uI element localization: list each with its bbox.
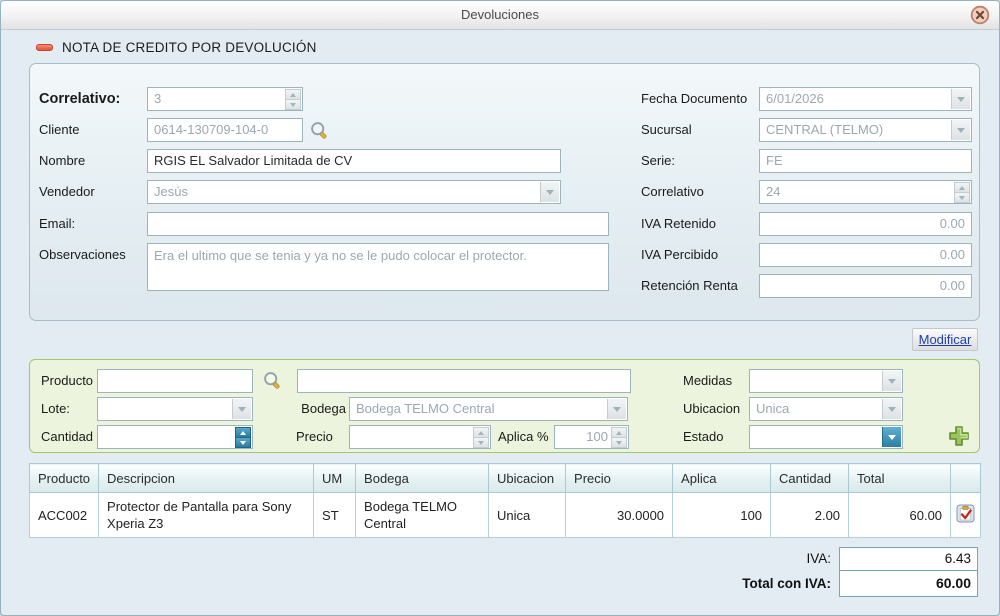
spinner-arrows-icon — [611, 427, 627, 447]
lote-dropdown[interactable] — [97, 397, 253, 421]
spinner-arrows-icon — [235, 427, 251, 447]
producto-input[interactable] — [97, 369, 253, 393]
chevron-down-icon — [882, 371, 901, 391]
medidas-label: Medidas — [683, 369, 732, 393]
lote-label: Lote: — [41, 397, 70, 421]
table-header-row: Producto Descripcion UM Bodega Ubicacion… — [30, 464, 981, 493]
column-header-precio[interactable]: Precio — [566, 464, 673, 493]
precio-spinner[interactable] — [349, 425, 491, 449]
add-item-button[interactable] — [947, 424, 971, 453]
clipboard-check-icon — [956, 504, 975, 523]
vendedor-dropdown[interactable]: Jesús — [147, 180, 561, 204]
column-header-total[interactable]: Total — [849, 464, 951, 493]
correlativo2-spinner[interactable]: 24 — [759, 180, 972, 204]
ubicacion-dropdown[interactable]: Unica — [749, 397, 903, 421]
devoluciones-dialog: Devoluciones NOTA DE CREDITO POR DEVOLUC… — [0, 0, 1000, 616]
aplica-label: Aplica % — [498, 425, 549, 449]
sucursal-label: Sucursal — [641, 118, 692, 142]
column-header-aplica[interactable]: Aplica — [673, 464, 771, 493]
cell-um: ST — [314, 493, 356, 538]
cell-descripcion: Protector de Pantalla para Sony Xperia Z… — [99, 493, 314, 538]
table-row[interactable]: ACC002 Protector de Pantalla para Sony X… — [30, 493, 981, 538]
chevron-down-icon — [882, 427, 901, 447]
cliente-label: Cliente — [39, 118, 79, 142]
cell-ubicacion: Unica — [489, 493, 566, 538]
cantidad-spinner[interactable] — [97, 425, 253, 449]
producto-descripcion-input[interactable] — [297, 369, 631, 393]
items-table: Producto Descripcion UM Bodega Ubicacion… — [29, 463, 981, 538]
search-icon[interactable] — [262, 370, 283, 396]
total-con-iva-label: Total con IVA: — [661, 571, 831, 597]
window-title: Devoluciones — [1, 1, 999, 29]
chevron-down-icon — [951, 89, 970, 109]
column-header-actions — [951, 464, 981, 493]
chevron-down-icon — [540, 182, 559, 202]
observaciones-label: Observaciones — [39, 243, 126, 267]
search-icon[interactable] — [309, 120, 330, 146]
close-button[interactable] — [970, 5, 990, 25]
column-header-ubicacion[interactable]: Ubicacion — [489, 464, 566, 493]
chevron-down-icon — [951, 120, 970, 140]
iva-total-value: 6.43 — [839, 547, 978, 571]
spinner-arrows-icon — [285, 89, 301, 109]
precio-label: Precio — [296, 425, 333, 449]
column-header-um[interactable]: UM — [314, 464, 356, 493]
plus-icon — [947, 424, 971, 448]
serie-input[interactable]: FE — [759, 149, 972, 173]
cell-precio: 30.0000 — [566, 493, 673, 538]
cantidad-label: Cantidad — [41, 425, 93, 449]
medidas-dropdown[interactable] — [749, 369, 903, 393]
estado-dropdown[interactable] — [749, 425, 903, 449]
nombre-label: Nombre — [39, 149, 85, 173]
retencion-renta-label: Retención Renta — [641, 274, 738, 298]
email-input[interactable] — [147, 212, 609, 236]
producto-label: Producto — [41, 369, 93, 393]
iva-retenido-label: IVA Retenido — [641, 212, 716, 236]
cell-cantidad: 2.00 — [771, 493, 849, 538]
chevron-down-icon — [882, 399, 901, 419]
titlebar: Devoluciones — [1, 1, 999, 30]
column-header-producto[interactable]: Producto — [30, 464, 99, 493]
iva-total-label: IVA: — [691, 547, 831, 571]
modificar-button[interactable]: Modificar — [912, 328, 978, 351]
observaciones-textarea[interactable]: Era el ultimo que se tenia y ya no se le… — [147, 243, 609, 291]
aplica-spinner[interactable]: 100 — [554, 425, 629, 449]
bodega-dropdown[interactable]: Bodega TELMO Central — [349, 397, 628, 421]
cell-total: 60.00 — [849, 493, 951, 538]
iva-percibido-input[interactable]: 0.00 — [759, 243, 972, 267]
iva-percibido-label: IVA Percibido — [641, 243, 718, 267]
correlativo-label: Correlativo: — [39, 87, 120, 111]
correlativo2-label: Correlativo — [641, 180, 704, 204]
cell-aplica: 100 — [673, 493, 771, 538]
column-header-descripcion[interactable]: Descripcion — [99, 464, 314, 493]
bodega-label: Bodega — [296, 397, 346, 421]
chevron-down-icon — [232, 399, 251, 419]
vendedor-label: Vendedor — [39, 180, 95, 204]
column-header-bodega[interactable]: Bodega — [356, 464, 489, 493]
section-title: NOTA DE CREDITO POR DEVOLUCIÓN — [62, 40, 317, 55]
total-con-iva-value: 60.00 — [839, 570, 978, 597]
cliente-input[interactable]: 0614-130709-104-0 — [147, 118, 303, 142]
retencion-renta-input[interactable]: 0.00 — [759, 274, 972, 298]
serie-label: Serie: — [641, 149, 675, 173]
edit-row-button[interactable] — [951, 493, 981, 538]
chevron-down-icon — [607, 399, 626, 419]
estado-label: Estado — [683, 425, 723, 449]
cell-bodega: Bodega TELMO Central — [356, 493, 489, 538]
spinner-arrows-icon — [473, 427, 489, 447]
nombre-input[interactable]: RGIS EL Salvador Limitada de CV — [147, 149, 561, 173]
ubicacion-label: Ubicacion — [683, 397, 740, 421]
sucursal-dropdown[interactable]: CENTRAL (TELMO) — [759, 118, 972, 142]
iva-retenido-input[interactable]: 0.00 — [759, 212, 972, 236]
cell-producto: ACC002 — [30, 493, 99, 538]
fecha-documento-label: Fecha Documento — [641, 87, 747, 111]
email-label: Email: — [39, 212, 75, 236]
column-header-cantidad[interactable]: Cantidad — [771, 464, 849, 493]
close-icon — [970, 12, 990, 29]
red-dash-icon — [36, 44, 53, 51]
spinner-arrows-icon — [954, 182, 970, 202]
fecha-documento-dropdown[interactable]: 6/01/2026 — [759, 87, 972, 111]
correlativo-spinner[interactable]: 3 — [147, 87, 303, 111]
